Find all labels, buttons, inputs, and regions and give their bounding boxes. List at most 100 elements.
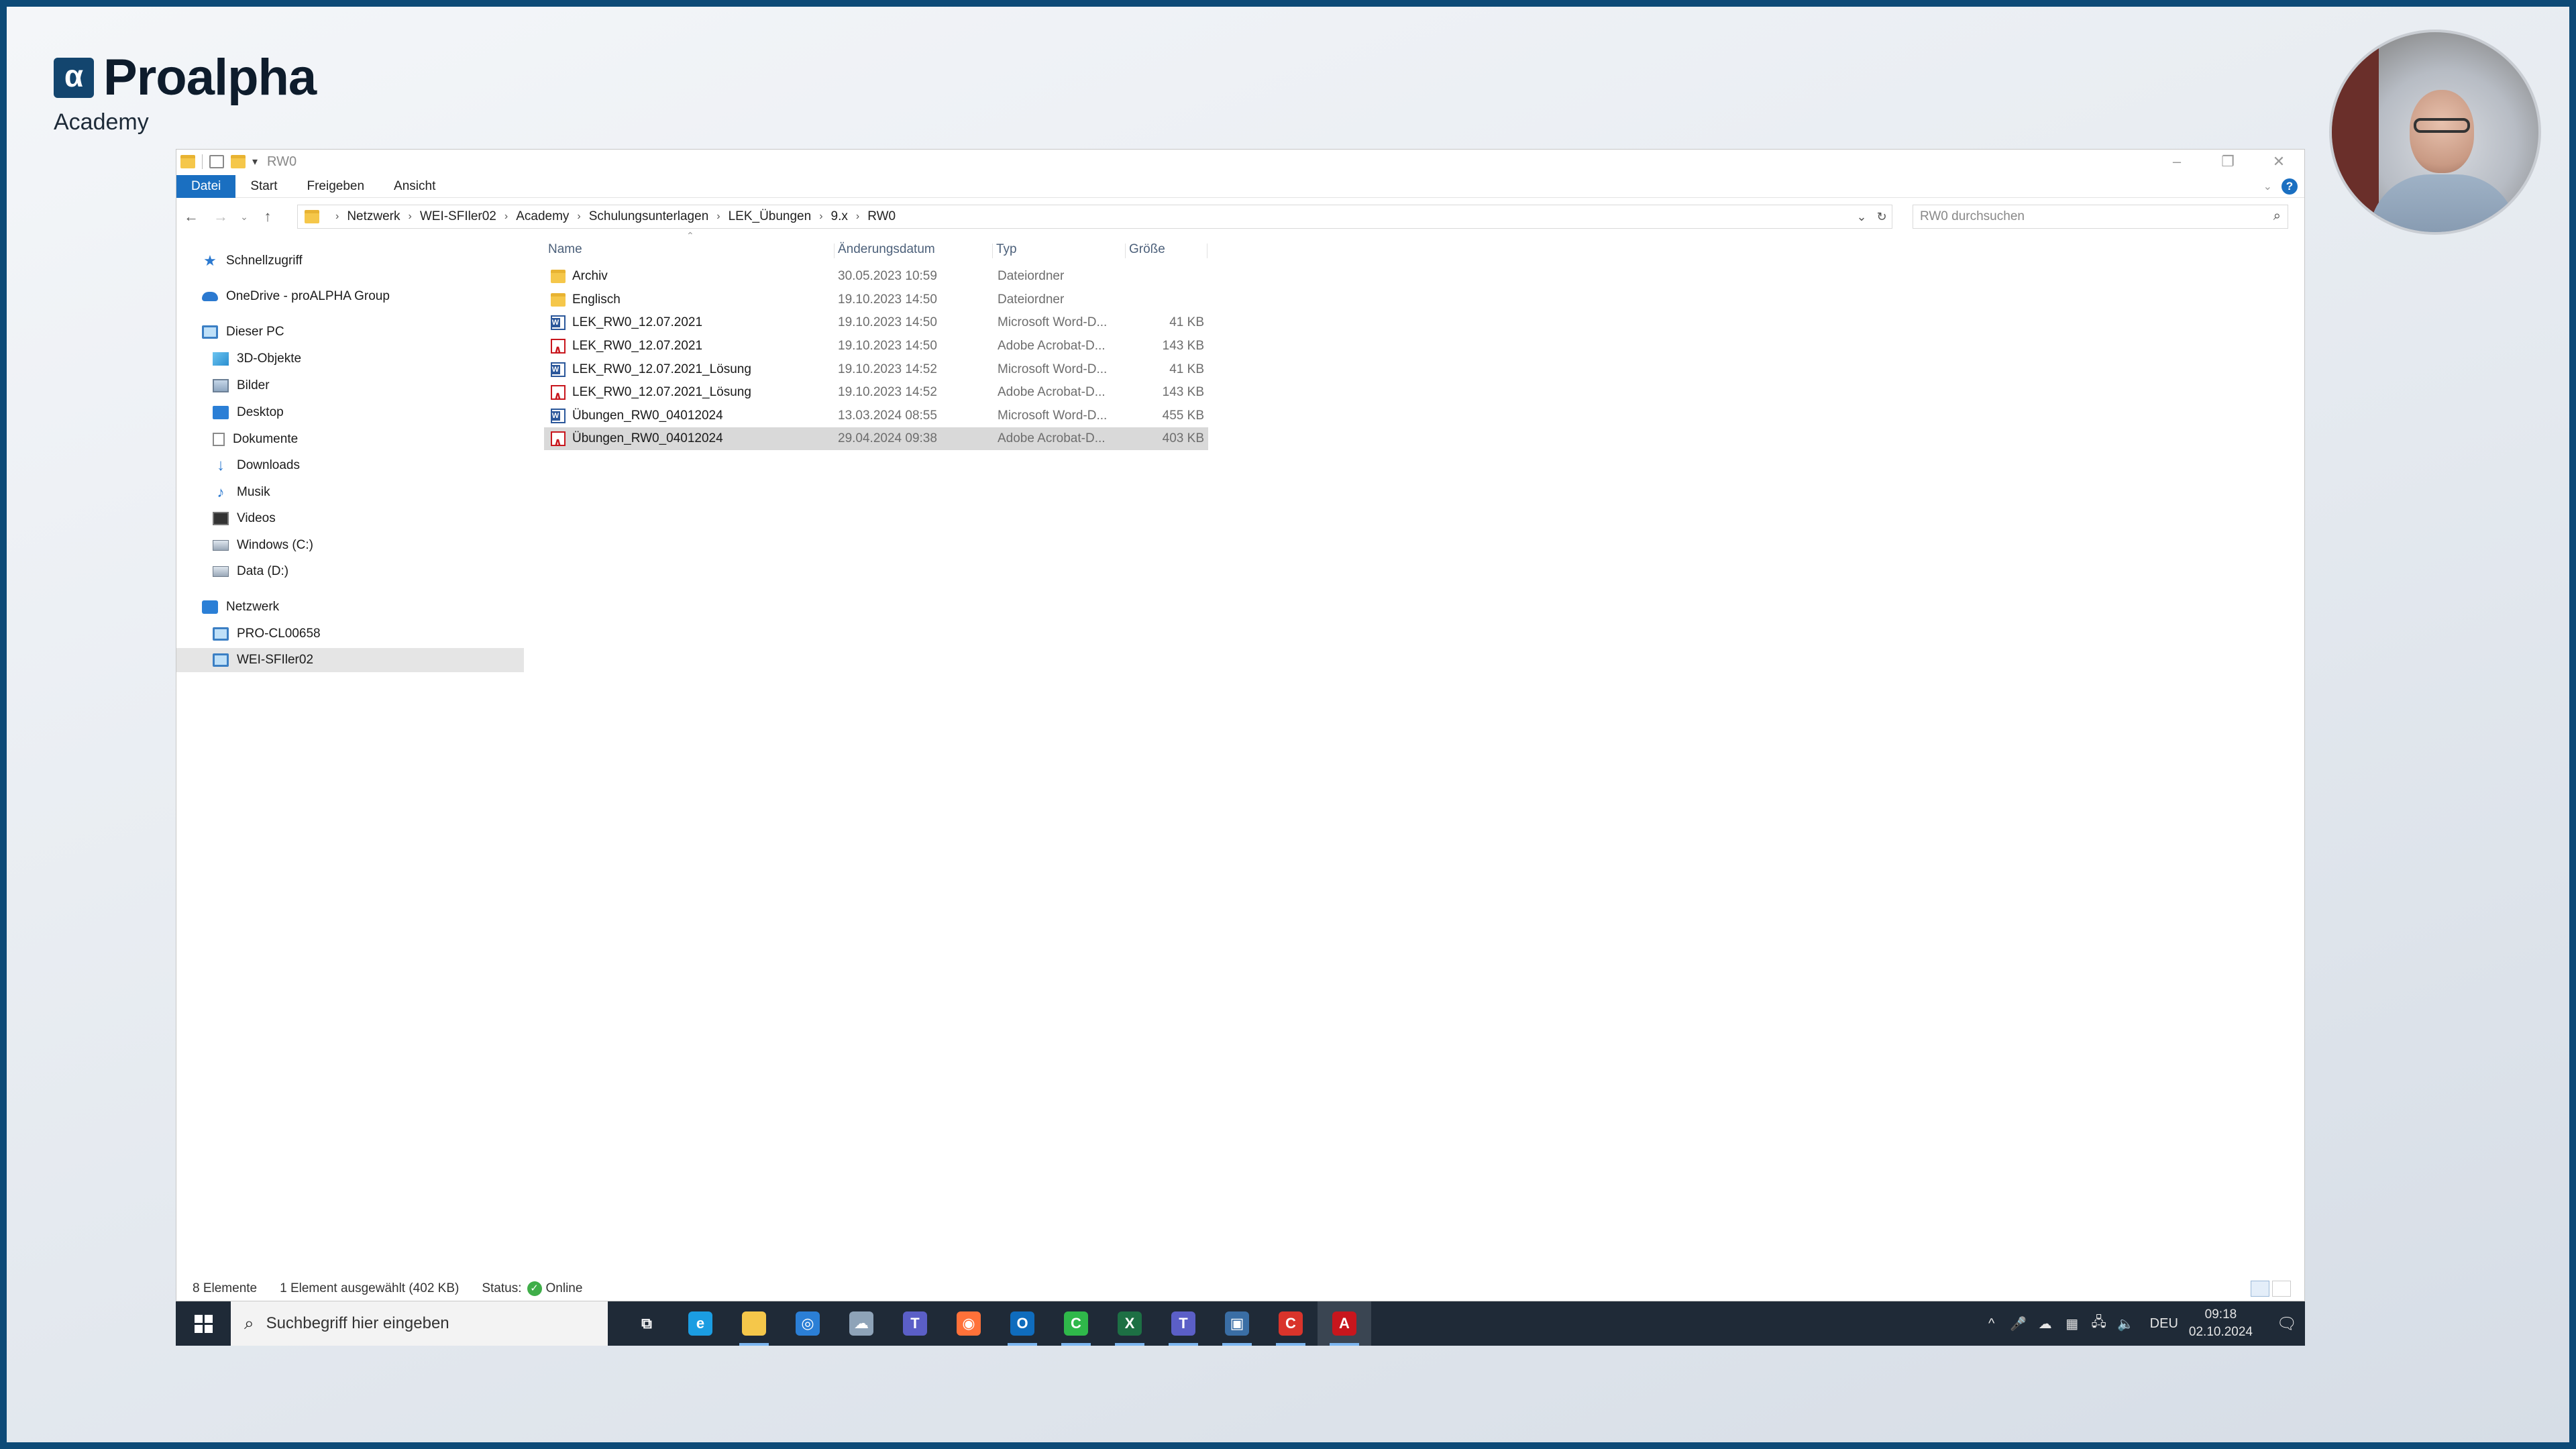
breadcrumb-server[interactable]: WEI-SFIler02 <box>420 209 496 224</box>
browser-taskbar-button[interactable]: ◎ <box>781 1301 835 1346</box>
breadcrumb-version[interactable]: 9.x <box>831 209 848 224</box>
nav-item-dieser-pc[interactable]: Dieser PC <box>176 320 524 344</box>
column-header-name[interactable]: Name <box>544 238 833 261</box>
microphone-icon[interactable]: 🎤 <box>2005 1316 2032 1332</box>
close-button[interactable]: ✕ <box>2253 150 2304 174</box>
title-bar: ▾ RW0 – ❐ ✕ <box>176 150 2304 174</box>
nav-item-dokumente[interactable]: Dokumente <box>176 427 524 451</box>
address-dropdown-icon[interactable]: ⌄ <box>1851 210 1872 224</box>
input-language[interactable]: DEU <box>2150 1316 2178 1332</box>
tab-ansicht[interactable]: Ansicht <box>379 175 450 198</box>
file-explorer-taskbar-button[interactable] <box>727 1301 781 1346</box>
file-row[interactable]: Übungen_RW0_04012024 13.03.2024 08:55 Mi… <box>544 405 1208 427</box>
pdf-document-icon <box>551 431 566 454</box>
teams-check-taskbar-button[interactable]: T <box>1157 1301 1210 1346</box>
breadcrumb-lek-uebungen[interactable]: LEK_Übungen <box>729 209 812 224</box>
nav-item-onedrive[interactable]: OneDrive - proALPHA Group <box>176 284 524 309</box>
help-icon[interactable]: ? <box>2282 178 2298 195</box>
acrobat-icon: A <box>1332 1311 1356 1336</box>
minimize-button[interactable]: – <box>2151 150 2202 174</box>
drive-icon <box>213 566 229 577</box>
file-row[interactable]: Englisch 19.10.2023 14:50 Dateiordner <box>544 288 1208 311</box>
task-view-taskbar-button[interactable]: ⧉ <box>620 1301 674 1346</box>
windows-logo-icon <box>194 1314 213 1333</box>
nav-item-bilder[interactable]: Bilder <box>176 374 524 398</box>
column-header-date[interactable]: Änderungsdatum <box>834 238 992 261</box>
camtasia-taskbar-button[interactable]: C <box>1049 1301 1103 1346</box>
column-header-size[interactable]: Größe <box>1125 238 1205 261</box>
nav-item-desktop[interactable]: Desktop <box>176 400 524 425</box>
file-row[interactable]: LEK_RW0_12.07.2021 19.10.2023 14:50 Adob… <box>544 335 1208 362</box>
file-row[interactable]: LEK_RW0_12.07.2021_Lösung 19.10.2023 14:… <box>544 381 1208 408</box>
webcam-overlay <box>2329 30 2541 235</box>
up-arrow-icon[interactable]: ↑ <box>253 208 282 225</box>
computer-icon <box>213 653 229 667</box>
breadcrumb-academy[interactable]: Academy <box>516 209 569 224</box>
search-icon[interactable]: ⌕ <box>2273 209 2281 224</box>
edge-taskbar-button[interactable]: e <box>674 1301 727 1346</box>
taskbar-search-input[interactable] <box>266 1314 588 1333</box>
chevron-up-icon[interactable]: ^ <box>1978 1316 2005 1332</box>
system-tray: ^ 🎤 ☁ ▦ 🖧 🔈 DEU 09:18 02.10.2024 🗨 <box>1978 1301 2305 1346</box>
address-bar[interactable]: › Netzwerk › WEI-SFIler02 › Academy › Sc… <box>297 205 1892 229</box>
file-row[interactable]: LEK_RW0_12.07.2021 19.10.2023 14:50 Micr… <box>544 311 1208 334</box>
status-value: Online <box>545 1281 583 1295</box>
file-row-selected[interactable]: Übungen_RW0_04012024 29.04.2024 09:38 Ad… <box>544 427 1208 454</box>
search-input[interactable] <box>1920 209 2255 224</box>
clock[interactable]: 09:18 02.10.2024 <box>2189 1306 2253 1341</box>
recent-locations-icon[interactable]: ⌄ <box>235 211 253 223</box>
details-view-icon[interactable] <box>2251 1281 2269 1297</box>
file-row[interactable]: Archiv 30.05.2023 10:59 Dateiordner <box>544 265 1208 288</box>
nav-item-windows-c[interactable]: Windows (C:) <box>176 533 524 557</box>
nav-item-3d-objekte[interactable]: 3D-Objekte <box>176 347 524 371</box>
properties-icon[interactable] <box>209 155 224 168</box>
volume-icon[interactable]: 🔈 <box>2112 1316 2139 1332</box>
refresh-icon[interactable]: ↻ <box>1872 210 1892 224</box>
file-row[interactable]: LEK_RW0_12.07.2021_Lösung 19.10.2023 14:… <box>544 358 1208 381</box>
restore-button[interactable]: ❐ <box>2202 150 2253 174</box>
back-arrow-icon[interactable]: ← <box>176 208 206 225</box>
video-icon <box>213 512 229 525</box>
onedrive-icon[interactable]: ☁ <box>2032 1316 2059 1332</box>
taskbar-search[interactable]: ⌕ <box>231 1301 608 1346</box>
customize-dropdown-icon[interactable]: ▾ <box>252 155 258 168</box>
breadcrumb-rw0[interactable]: RW0 <box>867 209 896 224</box>
start-button[interactable] <box>176 1301 231 1346</box>
notification-icon[interactable]: 🗨 <box>2269 1314 2305 1334</box>
acrobat-taskbar-button[interactable]: A <box>1318 1301 1371 1346</box>
search-box[interactable]: ⌕ <box>1913 205 2288 229</box>
outlook-taskbar-button[interactable]: O <box>996 1301 1049 1346</box>
tab-start[interactable]: Start <box>235 175 292 198</box>
cloud-app-taskbar-button[interactable]: ☁ <box>835 1301 888 1346</box>
network-icon[interactable]: 🖧 <box>2086 1312 2112 1335</box>
excel-icon: X <box>1118 1311 1142 1336</box>
nav-item-videos[interactable]: Videos <box>176 506 524 531</box>
column-header-type[interactable]: Typ <box>992 238 1124 261</box>
excel-taskbar-button[interactable]: X <box>1103 1301 1157 1346</box>
forward-arrow-icon[interactable]: → <box>206 208 235 225</box>
nav-item-downloads[interactable]: ↓ Downloads <box>176 453 524 478</box>
remote-desktop-taskbar-button[interactable]: ▣ <box>1210 1301 1264 1346</box>
teams-check-icon: T <box>1171 1311 1195 1336</box>
teams-taskbar-button[interactable]: T <box>888 1301 942 1346</box>
security-icon[interactable]: ▦ <box>2059 1316 2086 1332</box>
tab-freigeben[interactable]: Freigeben <box>292 175 379 198</box>
nav-item-schnellzugriff[interactable]: ★ Schnellzugriff <box>176 249 524 273</box>
breadcrumb-schulungsunterlagen[interactable]: Schulungsunterlagen <box>589 209 709 224</box>
nav-item-wei-sfiler02[interactable]: WEI-SFIler02 <box>176 648 524 672</box>
new-folder-icon[interactable] <box>231 155 246 168</box>
firefox-taskbar-button[interactable]: ◉ <box>942 1301 996 1346</box>
expand-ribbon-icon[interactable]: ⌄ <box>2263 180 2272 193</box>
breadcrumb-netzwerk[interactable]: Netzwerk <box>347 209 400 224</box>
search-icon: ⌕ <box>244 1313 254 1333</box>
nav-item-pro-cl00658[interactable]: PRO-CL00658 <box>176 622 524 646</box>
recorder-taskbar-button[interactable]: C <box>1264 1301 1318 1346</box>
nav-item-data-d[interactable]: Data (D:) <box>176 559 524 584</box>
cube-icon <box>213 352 229 366</box>
nav-item-musik[interactable]: ♪ Musik <box>176 480 524 504</box>
nav-item-netzwerk[interactable]: Netzwerk <box>176 595 524 619</box>
tab-datei[interactable]: Datei <box>176 174 236 198</box>
star-icon: ★ <box>203 252 217 269</box>
large-icons-view-icon[interactable] <box>2272 1281 2291 1297</box>
clock-time: 09:18 <box>2204 1307 2237 1322</box>
